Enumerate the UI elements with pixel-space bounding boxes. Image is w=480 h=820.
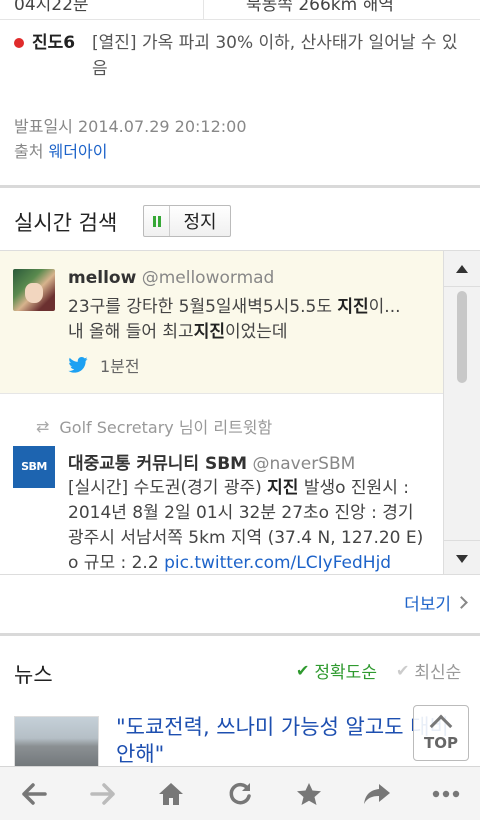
info-time: 04시22분 xyxy=(14,0,89,15)
source-line: 출처 웨더아이 xyxy=(14,138,107,162)
tweet-line: o 규모 : 2.2 pic.twitter.com/LCIyFedHjd xyxy=(68,553,392,573)
source-link[interactable]: 웨더아이 xyxy=(49,142,108,161)
tweet-text: [실시간] 수도권(경기 광주) 지진 발생o 진원시 : 2014년 8월 2… xyxy=(68,476,424,574)
sbm-logo[interactable]: SBM xyxy=(13,446,55,488)
browser-toolbar xyxy=(0,766,480,820)
tweet-pic-link[interactable]: pic.twitter.com/LCIyFedHjd xyxy=(164,553,391,573)
tweet-feed[interactable]: mellow @mellowormad 23구를 강타한 5월5일새벽5시5.5… xyxy=(0,250,480,575)
tweet-line: 광주시 서남서쪽 5km 지역 (37.4 N, 127.20 E) xyxy=(68,528,424,548)
info-location: 북동쪽 266km 해역 xyxy=(246,0,394,15)
sort-accuracy[interactable]: ✔ 정확도순 xyxy=(296,658,377,683)
news-title: 뉴스 xyxy=(14,663,53,687)
bookmark-star-icon[interactable] xyxy=(284,769,334,819)
forward-icon[interactable] xyxy=(78,769,128,819)
scroll-up-button[interactable] xyxy=(444,251,480,287)
scroll-thumb[interactable] xyxy=(457,291,467,383)
red-dot-icon xyxy=(14,38,24,48)
stop-button[interactable]: 정지 xyxy=(143,205,231,237)
author-handle: @mellowormad xyxy=(141,268,275,288)
cell-divider xyxy=(203,0,204,19)
news-headline[interactable]: "도쿄전력, 쓰나미 가능성 알고도 대비 안해" xyxy=(116,714,456,768)
twitter-bird-icon xyxy=(68,357,88,373)
author-handle: @naverSBM xyxy=(252,454,356,474)
tweet-author[interactable]: mellow @mellowormad xyxy=(68,268,274,288)
tweet-line: [실시간] 수도권(경기 광주) 지진 발생o 진원시 : xyxy=(68,478,409,498)
section-divider xyxy=(0,185,480,188)
announce-date: 발표일시 2014.07.29 20:12:00 xyxy=(14,117,247,136)
news-thumbnail[interactable] xyxy=(14,716,99,771)
more-link[interactable]: 더보기 xyxy=(404,590,468,615)
tweet-item[interactable]: mellow @mellowormad 23구를 강타한 5월5일새벽5시5.5… xyxy=(0,251,443,394)
tweet-author[interactable]: 대중교통 커뮤니티 SBM @naverSBM xyxy=(68,449,355,474)
check-icon: ✔ xyxy=(296,661,310,680)
retweet-icon: ⇄ xyxy=(36,416,50,436)
tweet-line: 내 올해 들어 최고지진이었는데 xyxy=(68,322,288,342)
feed-scrollbar[interactable] xyxy=(443,251,480,574)
tweet-text: 23구를 강타한 5월5일새벽5시5.5도 지진이... 내 올해 들어 최고지… xyxy=(68,295,401,345)
stop-label: 정지 xyxy=(183,212,217,233)
check-icon: ✔ xyxy=(396,661,410,680)
intensity-level: 진도6 xyxy=(32,33,76,53)
author-name: mellow xyxy=(68,268,137,288)
scroll-top-button[interactable]: TOP xyxy=(413,705,469,761)
back-icon[interactable] xyxy=(9,769,59,819)
intensity-text: [열진] 가옥 파괴 30% 이하, 산사태가 일어날 수 있음 xyxy=(92,33,458,79)
avatar[interactable] xyxy=(13,269,55,311)
scroll-down-button[interactable] xyxy=(444,540,480,574)
home-icon[interactable] xyxy=(146,769,196,819)
section-divider xyxy=(0,633,480,636)
realtime-search-title: 실시간 검색 xyxy=(14,211,118,235)
retweet-info: ⇄ Golf Secretary 님이 리트윗함 xyxy=(36,416,273,438)
tweet-line: 23구를 강타한 5월5일새벽5시5.5도 지진이... xyxy=(68,297,401,317)
share-icon[interactable] xyxy=(352,769,402,819)
earthquake-info-row: 04시22분 북동쪽 266km 해역 xyxy=(0,0,480,20)
author-name: 대중교통 커뮤니티 SBM xyxy=(68,454,248,474)
tweet-time: 1분전 xyxy=(68,353,140,377)
refresh-icon[interactable] xyxy=(215,769,265,819)
pause-icon xyxy=(144,206,170,236)
triangle-down-icon xyxy=(456,554,468,563)
chevron-right-icon xyxy=(455,596,468,609)
tweet-line: 2014년 8월 2일 01시 32분 27초o 진앙 : 경기 xyxy=(68,503,414,523)
source-label: 출처 xyxy=(14,142,44,161)
intensity-description: 진도6 [열진] 가옥 파괴 30% 이하, 산사태가 일어날 수 있음 xyxy=(14,30,470,82)
more-icon[interactable] xyxy=(421,769,471,819)
sort-latest[interactable]: ✔ 최신순 xyxy=(396,658,461,683)
triangle-up-icon xyxy=(456,264,468,273)
